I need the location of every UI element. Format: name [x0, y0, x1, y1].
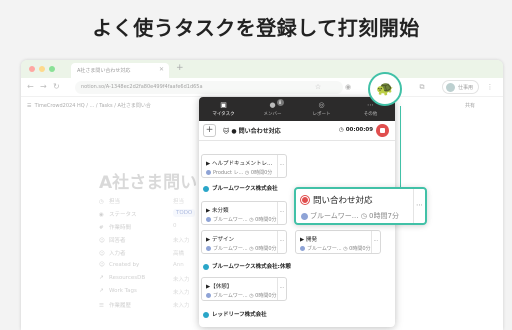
tab-reports[interactable]: ◎ レポート: [297, 97, 346, 121]
tab-my-tasks[interactable]: ▣ マイタスク: [199, 97, 248, 121]
clipboard-icon: ▣: [220, 101, 227, 109]
task-card[interactable]: ▶ デザイン ブルームワー... ◷ 0時間0分 ⋯: [201, 230, 287, 254]
current-task-row: + 🐱 ● 問い合わせ対応 ◷ 00:00:09: [199, 121, 395, 141]
current-task-name: 🐱 ● 問い合わせ対応: [223, 128, 281, 135]
card-menu-icon[interactable]: ⋯: [277, 155, 286, 177]
section-header: レッドリーフ株式会社: [203, 310, 267, 318]
task-card[interactable]: ▶ 開発 ブルームワー... ◷ 0時間0分 ⋯: [295, 230, 381, 254]
globe-icon: ◎: [318, 101, 325, 109]
card-menu-icon[interactable]: ⋯: [277, 202, 286, 224]
add-task-button[interactable]: +: [203, 124, 216, 137]
highlighted-task-card[interactable]: 問い合わせ対応 ブルームワー... ◷ 0時間7分 ⋯: [294, 187, 427, 225]
member-count-badge: 8: [276, 99, 284, 106]
stop-button[interactable]: [376, 124, 389, 137]
recording-icon: [301, 196, 309, 204]
timecrowd-extension-icon[interactable]: 🐢: [368, 72, 402, 106]
card-menu-icon[interactable]: ⋯: [371, 231, 380, 253]
popup-tabs: ▣ マイタスク ● 8 メンバー ◎ レポート ⋯ その他: [199, 97, 395, 121]
task-card[interactable]: ▶ ヘルプドキュメントレ... Product レ... ◷ 0時間0分 ⋯: [201, 154, 287, 178]
callout-line: [400, 106, 401, 196]
task-card[interactable]: ▶【休憩】 ブルームワー... ◷ 0時間0分 ⋯: [201, 277, 287, 301]
card-menu-icon[interactable]: ⋯: [277, 231, 286, 253]
person-icon: ●: [269, 101, 276, 109]
headline: よく使うタスクを登録して打刻開始: [92, 16, 420, 40]
section-header: ブルームワークス株式会社:休憩: [203, 262, 291, 270]
task-card[interactable]: ▶ 未分類 ブルームワー... ◷ 0時間0分 ⋯: [201, 201, 287, 225]
card-menu-icon[interactable]: ⋯: [413, 189, 425, 223]
timer-display: ◷ 00:00:09: [339, 127, 374, 133]
section-header: ブルームワークス株式会社: [203, 184, 278, 192]
card-menu-icon[interactable]: ⋯: [277, 278, 286, 300]
tab-members[interactable]: ● 8 メンバー: [248, 97, 297, 121]
stop-icon: [380, 128, 385, 133]
